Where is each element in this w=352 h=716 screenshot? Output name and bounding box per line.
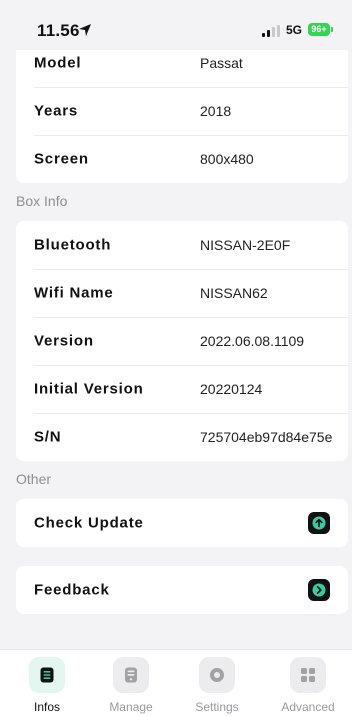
row-value: 2022.06.08.1109 bbox=[200, 333, 305, 349]
feedback-content: Feedback bbox=[34, 566, 348, 614]
row-label: Bluetooth bbox=[34, 236, 112, 254]
infos-icon bbox=[40, 667, 54, 683]
check-update-row[interactable]: Check Update bbox=[16, 499, 348, 547]
row-value: NISSAN62 bbox=[200, 285, 268, 301]
advanced-icon bbox=[301, 668, 315, 682]
row-label: Years bbox=[34, 102, 79, 120]
tab-label: Advanced bbox=[281, 700, 335, 714]
settings-icon bbox=[210, 668, 224, 682]
signal-icon bbox=[262, 25, 282, 37]
tab-icon-bg bbox=[290, 657, 326, 693]
section-title-other: Other bbox=[16, 471, 52, 487]
info-row-screen: Screen 800x480 bbox=[34, 135, 348, 183]
row-label: Version bbox=[34, 332, 94, 350]
row-value: 2018 bbox=[200, 103, 232, 119]
car-info-card: Model Passat Years 2018 Screen 800x480 bbox=[16, 39, 348, 183]
info-row-wifi-name: Wifi Name NISSAN62 bbox=[34, 269, 348, 317]
row-value: 725704eb97d84e75e bbox=[200, 429, 333, 445]
tab-settings[interactable]: Settings bbox=[177, 650, 257, 716]
row-label: Wifi Name bbox=[34, 284, 114, 302]
feedback-row[interactable]: Feedback bbox=[16, 566, 348, 614]
box-info-card: Bluetooth NISSAN-2E0F Wifi Name NISSAN62… bbox=[16, 221, 348, 461]
row-label: Initial Version bbox=[34, 380, 144, 398]
info-row-serial-number: S/N 725704eb97d84e75e bbox=[34, 413, 348, 461]
check-update-content: Check Update bbox=[34, 499, 348, 547]
check-update-button[interactable] bbox=[308, 512, 330, 534]
info-row-initial-version: Initial Version 20220124 bbox=[34, 365, 348, 413]
battery-icon: 96+ bbox=[308, 23, 330, 36]
row-value: Passat bbox=[200, 55, 243, 71]
info-row-version: Version 2022.06.08.1109 bbox=[34, 317, 348, 365]
info-row-years: Years 2018 bbox=[34, 87, 348, 135]
battery-cap bbox=[331, 27, 333, 32]
feedback-button[interactable] bbox=[308, 579, 330, 601]
feedback-label: Feedback bbox=[34, 581, 110, 599]
tab-manage[interactable]: Manage bbox=[91, 650, 171, 716]
network-label: 5G bbox=[286, 23, 303, 37]
row-label: Model bbox=[34, 54, 82, 72]
tab-label: Infos bbox=[33, 700, 60, 714]
status-bar: 11.56 5G 96+ bbox=[0, 0, 352, 50]
tab-label: Manage bbox=[109, 700, 153, 714]
info-row-bluetooth: Bluetooth NISSAN-2E0F bbox=[34, 221, 348, 269]
manage-icon bbox=[125, 667, 137, 683]
row-label: S/N bbox=[34, 428, 62, 446]
row-label: Screen bbox=[34, 150, 89, 168]
tab-icon-bg bbox=[113, 657, 149, 693]
arrow-up-icon bbox=[312, 516, 326, 530]
tab-infos[interactable]: Infos bbox=[7, 650, 87, 716]
tab-advanced[interactable]: Advanced bbox=[268, 650, 348, 716]
status-time: 11.56 bbox=[37, 21, 80, 40]
tab-icon-bg bbox=[199, 657, 235, 693]
chevron-right-icon bbox=[312, 583, 326, 597]
tab-label: Settings bbox=[195, 700, 239, 714]
row-value: NISSAN-2E0F bbox=[200, 237, 291, 253]
check-update-label: Check Update bbox=[34, 514, 144, 532]
location-arrow-icon bbox=[79, 24, 91, 36]
section-title-box-info: Box Info bbox=[16, 193, 68, 209]
tab-icon-bg bbox=[29, 657, 65, 693]
row-value: 20220124 bbox=[200, 381, 263, 397]
row-value: 800x480 bbox=[200, 151, 254, 167]
tab-bar: Infos Manage Settings Advanced bbox=[0, 649, 352, 716]
